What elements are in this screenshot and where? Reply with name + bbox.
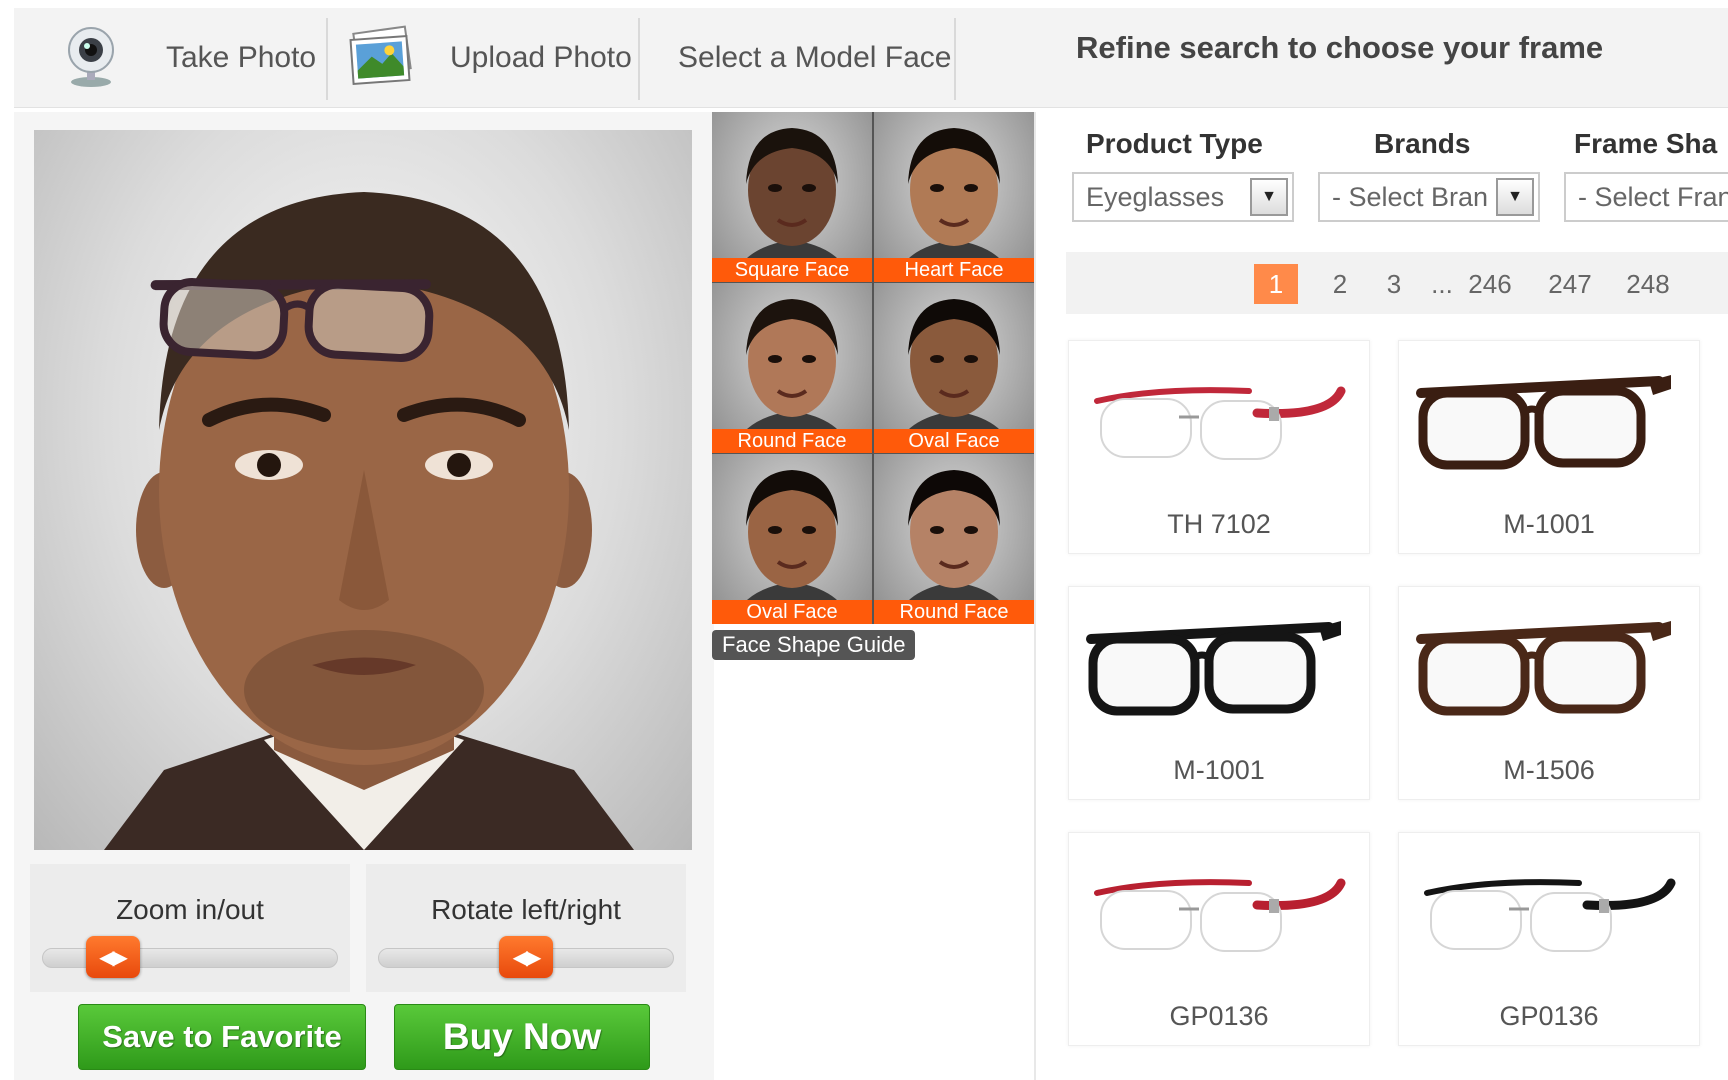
- page-link[interactable]: 246: [1468, 264, 1512, 304]
- select-model-face-label: Select a Model Face: [678, 41, 952, 74]
- model-face-image: [732, 299, 852, 453]
- frame-shape-label: Frame Sha: [1574, 128, 1718, 159]
- rotate-control: Rotate left/right ◀▶: [366, 864, 686, 992]
- product-name: GP0136: [1499, 1001, 1599, 1031]
- model-face-grid: Square Face Heart Face Round Face Oval Face…: [712, 112, 1034, 624]
- model-portrait-image: [104, 192, 634, 850]
- model-face-option[interactable]: Oval Face: [874, 283, 1034, 453]
- upload-photo-label: Upload Photo: [450, 41, 632, 74]
- zoom-slider-handle[interactable]: ◀▶: [85, 936, 140, 978]
- eyeglasses-image: [1416, 375, 1671, 470]
- dropdown-arrow-icon: ▼: [1496, 178, 1534, 216]
- model-face-option[interactable]: Square Face: [712, 112, 872, 282]
- product-card[interactable]: GP0136: [1398, 832, 1700, 1046]
- frame-shape-value: - Select Fran: [1578, 181, 1728, 212]
- dropdown-arrow-icon: ▼: [1250, 178, 1288, 216]
- face-shape-label: Oval Face: [874, 429, 1034, 453]
- product-name: M-1506: [1503, 755, 1595, 785]
- face-shape-label: Oval Face: [712, 600, 872, 624]
- try-on-photo[interactable]: [34, 130, 692, 850]
- product-card[interactable]: TH 7102: [1068, 340, 1370, 554]
- page-link[interactable]: 2: [1318, 264, 1362, 304]
- product-card[interactable]: M-1001: [1068, 586, 1370, 800]
- eyeglasses-image: [1086, 621, 1341, 716]
- brands-value: - Select Bran: [1332, 181, 1489, 212]
- model-face-option[interactable]: Round Face: [874, 454, 1034, 624]
- product-type-label: Product Type: [1086, 128, 1263, 159]
- rotate-label: Rotate left/right: [431, 894, 621, 925]
- eyeglasses-image: [1424, 878, 1676, 952]
- select-model-face-button[interactable]: Select a Model Face: [678, 8, 951, 108]
- eyeglasses-image: [1416, 621, 1671, 716]
- top-toolbar: Take Photo Upload Photo Select a Model F…: [14, 8, 1728, 108]
- page-ellipsis: ...: [1431, 269, 1453, 299]
- product-name: M-1001: [1503, 509, 1595, 539]
- page-link[interactable]: 247: [1548, 264, 1592, 304]
- refine-search-title: Refine search to choose your frame: [1076, 30, 1604, 65]
- eyeglasses-image: [1094, 878, 1346, 952]
- product-card[interactable]: M-1001: [1398, 340, 1700, 554]
- frame-search-panel: Product Type Eyeglasses ▼ Brands - Selec…: [1054, 112, 1728, 1080]
- face-shape-guide-link[interactable]: Face Shape Guide: [712, 630, 916, 660]
- product-name: TH 7102: [1167, 509, 1271, 539]
- product-name: M-1001: [1173, 755, 1265, 785]
- zoom-control: Zoom in/out ◀▶: [30, 864, 350, 992]
- frame-shape-select[interactable]: - Select Fran: [1564, 172, 1728, 222]
- take-photo-button[interactable]: Take Photo: [62, 8, 316, 108]
- rotate-slider-handle[interactable]: ◀▶: [499, 936, 553, 978]
- model-face-image: [894, 128, 1014, 282]
- try-on-panel: Zoom in/out ◀▶ Rotate left/right ◀▶ Save…: [14, 112, 714, 1080]
- face-shape-label: Square Face: [712, 258, 872, 282]
- toolbar-divider: [638, 18, 640, 100]
- left-right-arrows-icon: ◀▶: [99, 946, 128, 969]
- take-photo-label: Take Photo: [166, 41, 317, 74]
- model-face-option[interactable]: Heart Face: [874, 112, 1034, 282]
- product-card[interactable]: M-1506: [1398, 586, 1700, 800]
- buy-now-button[interactable]: Buy Now: [394, 1004, 650, 1070]
- model-face-option[interactable]: Oval Face: [712, 454, 872, 624]
- product-type-value: Eyeglasses: [1086, 181, 1225, 212]
- zoom-label: Zoom in/out: [116, 894, 264, 925]
- pagination: 1 2 3... 246 247 248: [1066, 252, 1728, 314]
- face-shape-label: Heart Face: [874, 258, 1034, 282]
- face-shape-label: Round Face: [874, 600, 1034, 624]
- toolbar-divider: [326, 18, 328, 100]
- page-link[interactable]: 248: [1626, 264, 1670, 304]
- model-face-image: [894, 299, 1014, 453]
- save-to-favorite-button[interactable]: Save to Favorite: [78, 1004, 366, 1070]
- webcam-icon: [62, 24, 120, 93]
- face-shape-label: Round Face: [712, 429, 872, 453]
- page-link[interactable]: 3: [1372, 264, 1416, 304]
- eyeglasses-image: [1094, 386, 1346, 460]
- panel-divider: [1034, 112, 1036, 1080]
- model-face-option[interactable]: Round Face: [712, 283, 872, 453]
- product-type-select[interactable]: Eyeglasses ▼: [1072, 172, 1294, 222]
- left-right-arrows-icon: ◀▶: [512, 946, 542, 969]
- product-name: GP0136: [1169, 1001, 1269, 1031]
- photo-stack-icon: [346, 24, 416, 93]
- toolbar-divider: [954, 18, 956, 100]
- product-card[interactable]: GP0136: [1068, 832, 1370, 1046]
- upload-photo-button[interactable]: Upload Photo: [346, 8, 632, 108]
- brands-label: Brands: [1374, 128, 1471, 159]
- model-face-image: [894, 470, 1014, 624]
- model-face-image: [732, 470, 852, 624]
- model-face-image: [732, 128, 852, 282]
- page-link[interactable]: 1: [1254, 264, 1298, 304]
- brands-select[interactable]: - Select Bran ▼: [1318, 172, 1540, 222]
